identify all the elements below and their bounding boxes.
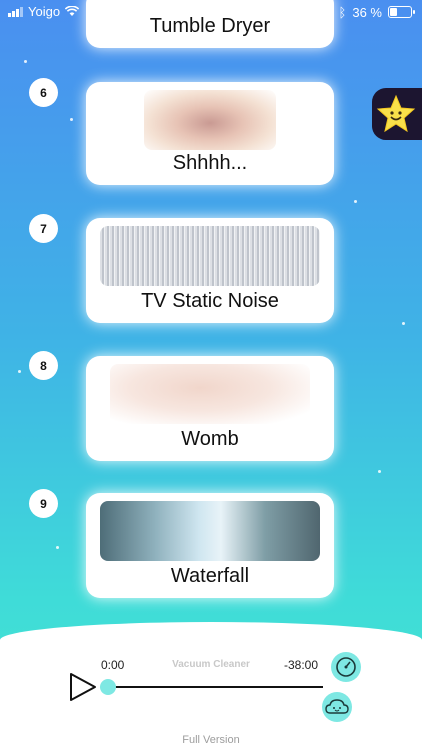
sound-number: 6 <box>29 78 58 107</box>
snow-dot <box>70 118 73 121</box>
timer-button[interactable] <box>331 652 361 682</box>
battery-percent: 36 % <box>352 4 382 20</box>
track-title: Vacuum Cleaner <box>172 659 250 670</box>
current-time: 0:00 <box>101 658 125 672</box>
shhh-image <box>144 90 276 150</box>
snow-dot <box>378 470 381 473</box>
bluetooth-icon: ᛒ <box>338 4 347 20</box>
cloud-button[interactable] <box>322 692 352 722</box>
player-panel: 0:00 Vacuum Cleaner -38:00 Full Version <box>0 622 422 750</box>
sound-card[interactable]: Tumble Dryer <box>86 0 334 48</box>
star-icon <box>376 94 416 133</box>
sound-number: 7 <box>29 214 58 243</box>
sound-number: 9 <box>29 489 58 518</box>
snow-dot <box>402 322 405 325</box>
rate-star-button[interactable] <box>372 88 422 140</box>
play-icon[interactable] <box>69 672 97 702</box>
sound-title: Womb <box>181 428 239 450</box>
sound-card[interactable]: Waterfall <box>86 493 334 598</box>
sound-number: 8 <box>29 351 58 380</box>
sound-title: Tumble Dryer <box>149 15 271 37</box>
womb-image <box>110 364 310 424</box>
sound-card[interactable]: Shhhh... <box>86 82 334 185</box>
sound-card[interactable]: TV Static Noise <box>86 218 334 323</box>
progress-track[interactable] <box>105 686 323 688</box>
snow-dot <box>56 546 59 549</box>
sound-title: Shhhh... <box>172 152 248 174</box>
progress-knob[interactable] <box>100 679 116 695</box>
snow-dot <box>354 200 357 203</box>
sound-card[interactable]: Womb <box>86 356 334 461</box>
waterfall-image <box>100 501 320 561</box>
full-version-link[interactable]: Full Version <box>0 734 422 746</box>
timer-icon <box>336 657 356 677</box>
remaining-time: -38:00 <box>284 658 319 672</box>
battery-icon <box>388 6 415 18</box>
sound-title: TV Static Noise <box>141 290 279 312</box>
cloud-icon <box>325 699 349 714</box>
tv-static-image <box>100 226 320 286</box>
sound-title: Waterfall <box>170 565 250 587</box>
snow-dot <box>24 60 27 63</box>
snow-dot <box>18 370 21 373</box>
